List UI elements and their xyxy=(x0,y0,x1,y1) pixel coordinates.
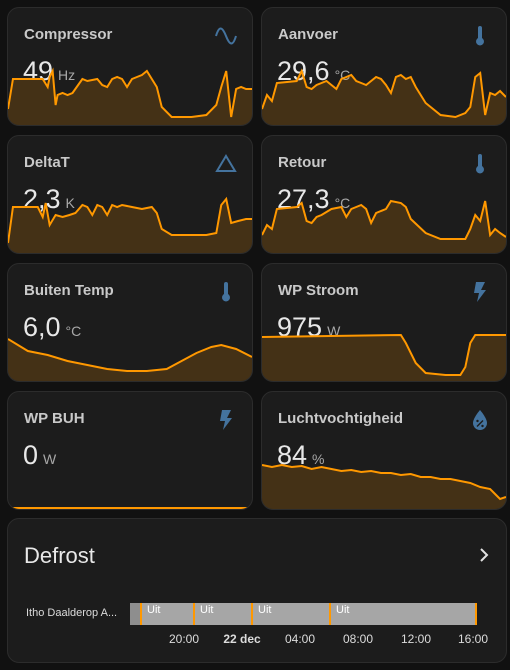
wp-stroom-card[interactable]: WP Stroom 975 W xyxy=(261,263,507,382)
card-name: Compressor xyxy=(24,26,113,43)
luchtvochtigheid-card[interactable]: Luchtvochtigheid 84% xyxy=(261,391,507,510)
time-tick: 04:00 xyxy=(284,632,316,646)
segment-label: Uit xyxy=(258,604,272,616)
sine-wave-icon xyxy=(215,27,237,45)
timeline-segment[interactable]: Uit xyxy=(329,603,477,625)
sparkline xyxy=(262,333,506,381)
sparkline xyxy=(8,196,252,253)
card-name: WP BUH xyxy=(24,410,85,427)
time-tick: 16:00 xyxy=(457,632,489,646)
card-name: Luchtvochtigheid xyxy=(278,410,403,427)
retour-card[interactable]: Retour 27,3 °C xyxy=(261,135,507,254)
time-tick: 12:00 xyxy=(400,632,432,646)
buiten-temp-card[interactable]: Buiten Temp 6,0 °C xyxy=(7,263,253,382)
sparkline xyxy=(8,67,252,125)
sparkline xyxy=(262,199,506,253)
lightning-bolt-icon xyxy=(474,282,486,302)
thermometer-icon xyxy=(476,26,484,46)
timeline-end-marker xyxy=(475,603,477,625)
lightning-bolt-icon xyxy=(220,410,232,430)
segment-label: Uit xyxy=(336,604,350,616)
defrost-title: Defrost xyxy=(24,543,95,568)
sparkline xyxy=(262,68,506,125)
sparkline xyxy=(8,507,252,509)
segment-label: Uit xyxy=(147,604,161,616)
timeline-segment[interactable]: Uit xyxy=(193,603,253,625)
defrost-card: Defrost Itho Daalderop A... Uit Uit Uit … xyxy=(7,518,507,663)
triangle-icon xyxy=(215,154,237,172)
timeline-unknown-segment xyxy=(130,603,140,625)
compressor-card[interactable]: Compressor 49 Hz xyxy=(7,7,253,126)
card-name: Buiten Temp xyxy=(24,282,114,299)
chevron-right-icon[interactable] xyxy=(472,543,496,567)
card-name: Retour xyxy=(278,154,327,171)
time-tick: 22 dec xyxy=(223,632,261,646)
aanvoer-card[interactable]: Aanvoer 29,6 °C xyxy=(261,7,507,126)
state-timeline[interactable]: Uit Uit Uit Uit xyxy=(130,603,477,625)
timeline-entity-name: Itho Daalderop A... xyxy=(26,607,118,619)
thermometer-icon xyxy=(222,282,230,302)
segment-label: Uit xyxy=(200,604,214,616)
timeline-segment[interactable]: Uit xyxy=(140,603,195,625)
time-tick: 20:00 xyxy=(168,632,200,646)
card-name: DeltaT xyxy=(24,154,70,171)
sparkline xyxy=(8,338,252,381)
deltat-card[interactable]: DeltaT 2,3 K xyxy=(7,135,253,254)
time-tick: 08:00 xyxy=(342,632,374,646)
water-percent-icon xyxy=(473,410,487,430)
sparkline xyxy=(262,463,506,509)
card-name: WP Stroom xyxy=(278,282,359,299)
wp-buh-card[interactable]: WP BUH 0W xyxy=(7,391,253,510)
card-name: Aanvoer xyxy=(278,26,339,43)
thermometer-icon xyxy=(476,154,484,174)
timeline-segment[interactable]: Uit xyxy=(251,603,331,625)
